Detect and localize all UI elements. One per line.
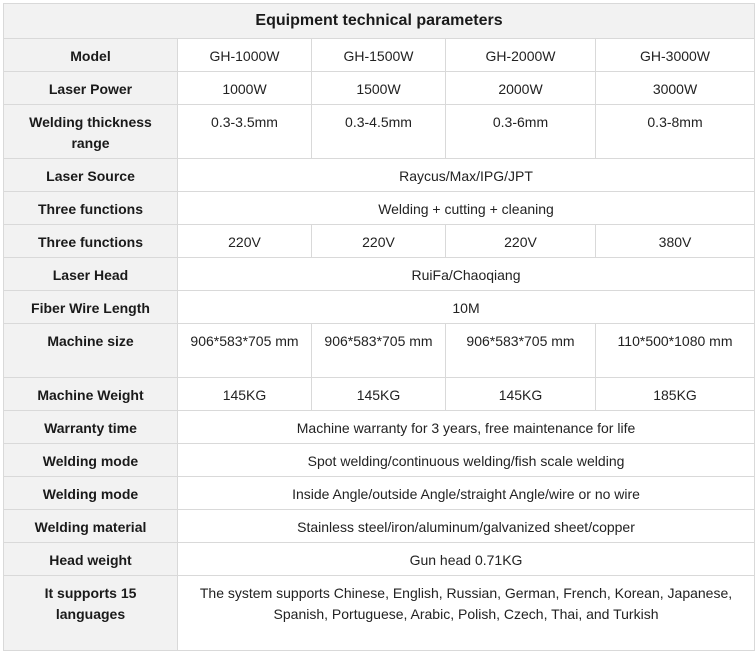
row-label: It supports 15 languages bbox=[3, 575, 178, 651]
table-cell: 906*583*705 mm bbox=[177, 323, 312, 378]
model-gh-1500w: GH-1500W bbox=[311, 38, 446, 72]
row-warranty: Warranty time Machine warranty for 3 yea… bbox=[3, 410, 756, 444]
table-cell: 0.3-4.5mm bbox=[311, 104, 446, 159]
table-cell: 1000W bbox=[177, 71, 312, 105]
row-welding-material: Welding material Stainless steel/iron/al… bbox=[3, 509, 756, 543]
row-label: Welding mode bbox=[3, 443, 178, 477]
table-cell: 1500W bbox=[311, 71, 446, 105]
table-cell: 0.3-8mm bbox=[594, 104, 756, 159]
model-gh-2000w: GH-2000W bbox=[445, 38, 596, 72]
row-label: Laser Source bbox=[3, 158, 178, 192]
table-cell: 220V bbox=[177, 224, 312, 258]
model-gh-3000w: GH-3000W bbox=[594, 38, 756, 72]
equipment-parameters-table: Equipment technical parameters Model GH-… bbox=[2, 3, 756, 651]
row-head-weight: Head weight Gun head 0.71KG bbox=[3, 542, 756, 576]
table-title: Equipment technical parameters bbox=[2, 3, 756, 39]
row-label: Laser Head bbox=[3, 257, 178, 291]
table-cell: 3000W bbox=[594, 71, 756, 105]
table-cell: 145KG bbox=[445, 377, 596, 411]
row-laser-head: Laser Head RuiFa/Chaoqiang bbox=[3, 257, 756, 291]
row-three-functions: Three functions Welding + cutting + clea… bbox=[3, 191, 756, 225]
table-cell: The system supports Chinese, English, Ru… bbox=[176, 575, 756, 651]
row-label: Three functions bbox=[3, 224, 178, 258]
row-welding-mode-angle: Welding mode Inside Angle/outside Angle/… bbox=[3, 476, 756, 510]
table-cell: Machine warranty for 3 years, free maint… bbox=[176, 410, 756, 444]
table-cell: Raycus/Max/IPG/JPT bbox=[176, 158, 756, 192]
model-gh-1000w: GH-1000W bbox=[177, 38, 312, 72]
table-cell: 906*583*705 mm bbox=[445, 323, 596, 378]
row-label: Welding material bbox=[3, 509, 178, 543]
row-label: Laser Power bbox=[3, 71, 178, 105]
table-cell: 185KG bbox=[594, 377, 756, 411]
table-cell: Stainless steel/iron/aluminum/galvanized… bbox=[176, 509, 756, 543]
table-cell: Spot welding/continuous welding/fish sca… bbox=[176, 443, 756, 477]
table-cell: 220V bbox=[311, 224, 446, 258]
row-label: Machine size bbox=[3, 323, 178, 378]
row-fiber-wire-length: Fiber Wire Length 10M bbox=[3, 290, 756, 324]
row-machine-size: Machine size 906*583*705 mm 906*583*705 … bbox=[3, 323, 756, 378]
row-label: Three functions bbox=[3, 191, 178, 225]
row-label: Welding mode bbox=[3, 476, 178, 510]
table-cell: Welding + cutting + cleaning bbox=[176, 191, 756, 225]
table-cell: 2000W bbox=[445, 71, 596, 105]
table-cell: 0.3-3.5mm bbox=[177, 104, 312, 159]
table-cell: RuiFa/Chaoqiang bbox=[176, 257, 756, 291]
row-label: Welding thickness range bbox=[3, 104, 178, 159]
table-cell: 145KG bbox=[311, 377, 446, 411]
row-languages: It supports 15 languages The system supp… bbox=[3, 575, 756, 651]
table-cell: 380V bbox=[594, 224, 756, 258]
row-welding-mode: Welding mode Spot welding/continuous wel… bbox=[3, 443, 756, 477]
row-welding-thickness: Welding thickness range 0.3-3.5mm 0.3-4.… bbox=[3, 104, 756, 159]
table-cell: 110*500*1080 mm bbox=[594, 323, 756, 378]
row-machine-weight: Machine Weight 145KG 145KG 145KG 185KG bbox=[3, 377, 756, 411]
row-laser-power: Laser Power 1000W 1500W 2000W 3000W bbox=[3, 71, 756, 105]
table-cell: Inside Angle/outside Angle/straight Angl… bbox=[176, 476, 756, 510]
row-model: Model GH-1000W GH-1500W GH-2000W GH-3000… bbox=[3, 38, 756, 72]
row-label: Head weight bbox=[3, 542, 178, 576]
table-cell: 145KG bbox=[177, 377, 312, 411]
row-label: Fiber Wire Length bbox=[3, 290, 178, 324]
row-laser-source: Laser Source Raycus/Max/IPG/JPT bbox=[3, 158, 756, 192]
table-cell: 906*583*705 mm bbox=[311, 323, 446, 378]
table-cell: 0.3-6mm bbox=[445, 104, 596, 159]
row-label: Machine Weight bbox=[3, 377, 178, 411]
table-cell: 10M bbox=[176, 290, 756, 324]
row-label: Model bbox=[3, 38, 178, 72]
table-cell: Gun head 0.71KG bbox=[176, 542, 756, 576]
table-cell: 220V bbox=[445, 224, 596, 258]
row-label: Warranty time bbox=[3, 410, 178, 444]
row-voltage: Three functions 220V 220V 220V 380V bbox=[3, 224, 756, 258]
